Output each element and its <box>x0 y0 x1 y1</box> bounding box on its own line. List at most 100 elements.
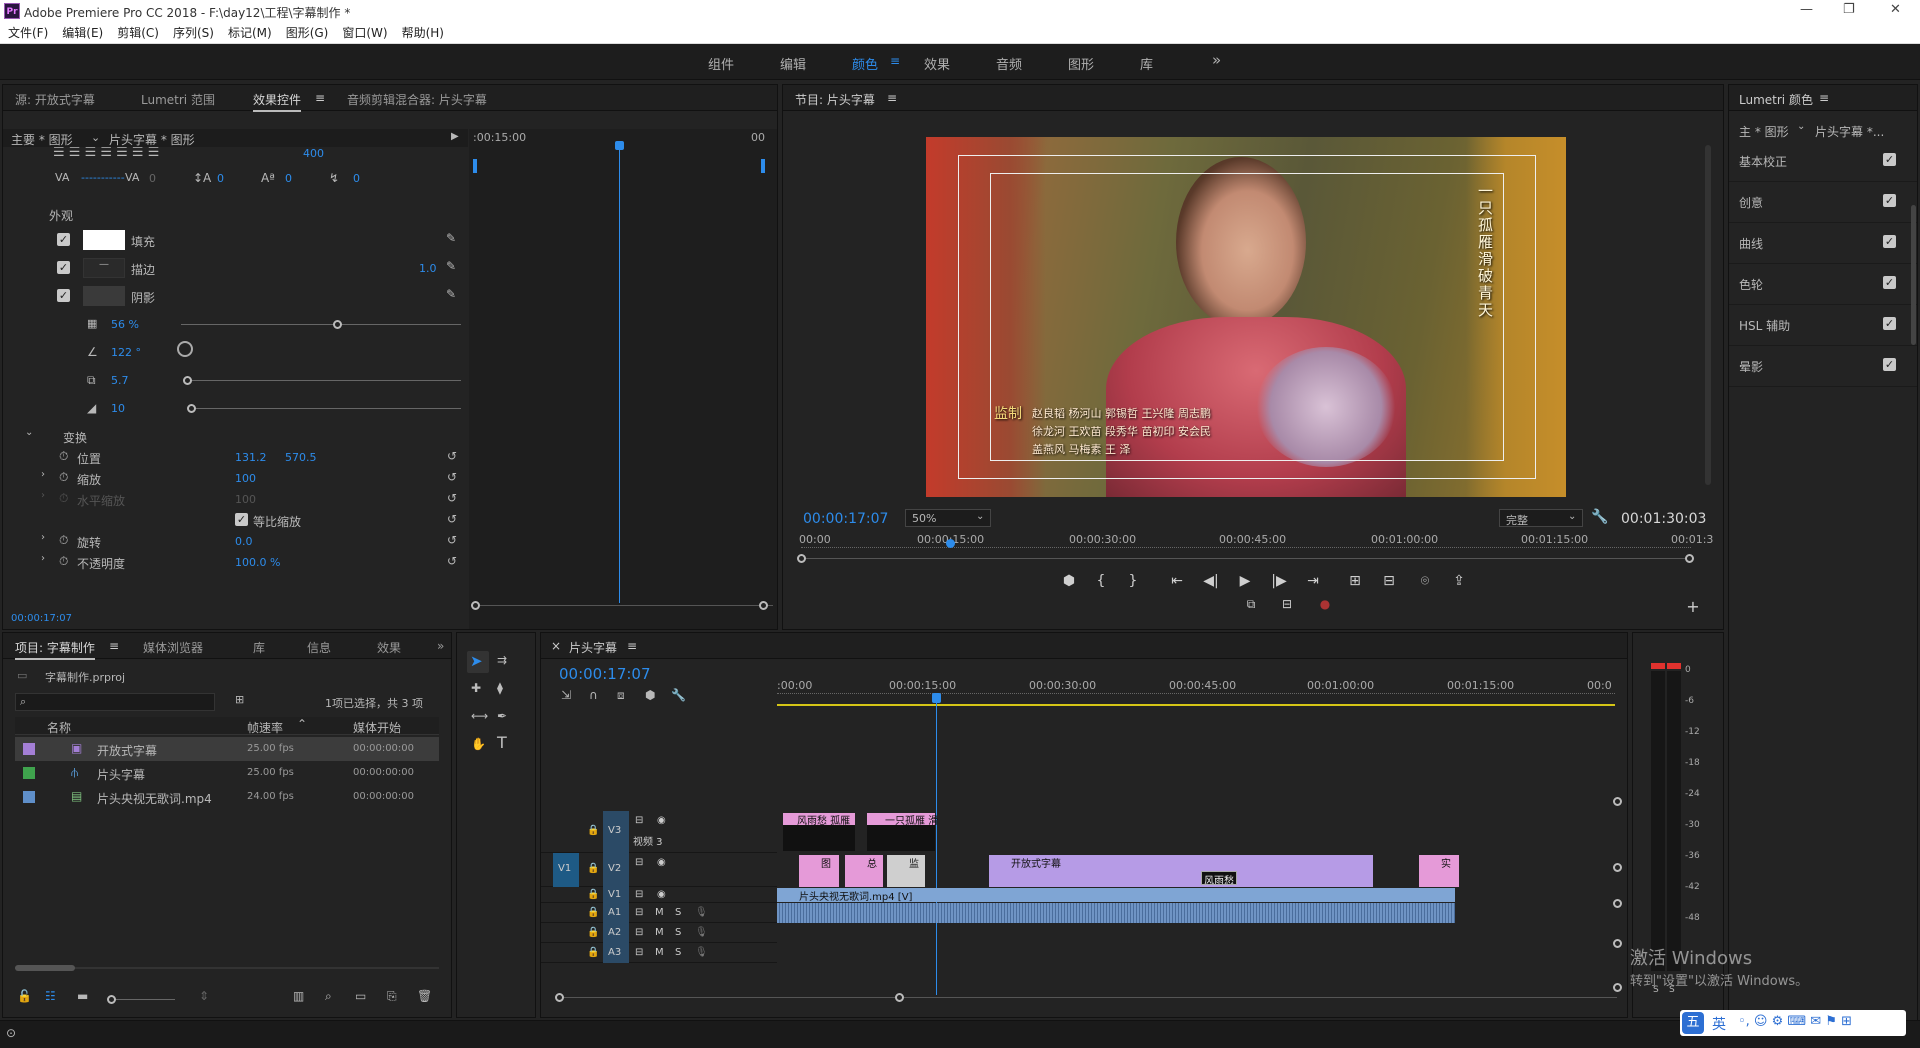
menu-help[interactable]: 帮助(H) <box>402 24 444 41</box>
tab-info[interactable]: 信息 <box>307 639 331 656</box>
clip-v2-open-captions[interactable]: 开放式字幕 <box>989 855 1373 887</box>
track-eye-icon[interactable]: ◉ <box>657 889 666 900</box>
slip-tool-icon[interactable]: ⟷ <box>471 709 488 723</box>
more-workspaces-icon[interactable]: » <box>1212 51 1221 69</box>
timeline-ruler-ticks[interactable] <box>777 693 1615 698</box>
hand-tool-icon[interactable]: ✋ <box>471 737 486 751</box>
label-color-swatch[interactable] <box>23 743 35 755</box>
fill-eyedropper-icon[interactable]: ✎ <box>446 231 456 245</box>
tab-libraries[interactable]: 库 <box>253 639 265 656</box>
shadow-distance-knob[interactable] <box>183 376 192 385</box>
ripple-edit-tool-icon[interactable]: ✚ <box>471 681 481 695</box>
table-row[interactable]: ⫛ 片头字幕 25.00 fps 00:00:00:00 <box>15 761 439 785</box>
clip-v1-video[interactable]: 片头央视无歌词.mp4 [V] <box>777 888 1455 902</box>
track-target[interactable]: V3 <box>603 811 629 853</box>
lumetri-section[interactable]: 基本校正 ✓ <box>1729 141 1917 182</box>
menu-graphics[interactable]: 图形(G) <box>286 24 329 41</box>
razor-tool-icon[interactable]: ⧫ <box>497 681 503 695</box>
record-icon[interactable]: ● <box>1315 597 1335 611</box>
track-target[interactable]: A3 <box>603 943 629 963</box>
lumetri-section[interactable]: 色轮 ✓ <box>1729 264 1917 305</box>
lumetri-section[interactable]: 创意 ✓ <box>1729 182 1917 223</box>
mini-playhead[interactable] <box>619 143 620 603</box>
align-icons[interactable]: ☰ ☰ ☰ ☰ ☰ ☰ ☰ <box>53 147 159 160</box>
shadow-size-value[interactable]: 10 <box>111 402 125 415</box>
timeline-zoom-start[interactable] <box>555 993 564 1002</box>
shadow-checkbox[interactable]: ✓ <box>57 289 70 302</box>
reset-icon[interactable]: ↺ <box>447 470 457 484</box>
workspace-menu-icon[interactable]: ≡ <box>890 54 900 68</box>
track-lock-icon[interactable]: 🔒 <box>587 825 599 836</box>
export-frame-icon[interactable]: ⌾ <box>1415 573 1435 589</box>
workspace-color[interactable]: 颜色 <box>852 54 878 73</box>
table-row[interactable]: ▤ 片头央视无歌词.mp4 24.00 fps 00:00:00:00 <box>15 785 439 809</box>
reset-icon[interactable]: ↺ <box>447 554 457 568</box>
baseline-value[interactable]: 0 <box>285 172 292 185</box>
new-item-icon[interactable]: ⎘ <box>387 989 397 1004</box>
mark-in-icon[interactable]: { <box>1091 573 1111 589</box>
track-sync-icon[interactable]: ⊟ <box>635 889 643 900</box>
icon-view-icon[interactable]: ▬ <box>77 989 88 1003</box>
menu-file[interactable]: 文件(F) <box>8 24 48 41</box>
track-target[interactable]: A2 <box>603 923 629 943</box>
shadow-size-knob[interactable] <box>187 404 196 413</box>
track-target[interactable]: V1 <box>603 887 629 903</box>
list-view-icon[interactable]: ☷ <box>45 989 56 1003</box>
track-sync-icon[interactable]: ⊟ <box>635 947 643 958</box>
expand-icon[interactable]: › <box>41 553 45 564</box>
panel-menu-icon[interactable]: ≡ <box>887 91 897 105</box>
track-target[interactable]: V2 <box>603 853 629 887</box>
tab-media-browser[interactable]: 媒体浏览器 <box>143 639 203 656</box>
program-zoom-bar[interactable] <box>801 558 1689 559</box>
stroke-eyedropper-icon[interactable]: ✎ <box>446 259 456 273</box>
stroke-checkbox[interactable]: ✓ <box>57 261 70 274</box>
clip-label[interactable]: 片头字幕 * 图形 <box>109 131 195 148</box>
workspace-audio[interactable]: 音频 <box>996 54 1022 73</box>
tab-source[interactable]: 源: 开放式字幕 <box>15 91 95 108</box>
menu-sequence[interactable]: 序列(S) <box>173 24 214 41</box>
row-name[interactable]: 开放式字幕 <box>97 742 157 759</box>
video-frame[interactable]: 一只孤雁 滑破青天 监制 赵良韬 杨河山 郭锡哲 王兴隆 周志鹏 徐龙河 王欢苗… <box>926 137 1566 497</box>
solo-button[interactable]: S <box>675 927 681 938</box>
program-timecode[interactable]: 00:00:17:07 <box>803 511 888 527</box>
comparison-view-icon[interactable]: ⧉ <box>1241 597 1261 612</box>
mini-playhead-handle[interactable] <box>615 141 624 150</box>
panel-menu-icon[interactable]: ≡ <box>627 639 637 653</box>
stopwatch-icon[interactable]: ⏱ <box>59 449 68 464</box>
tsume-value[interactable]: 0 <box>353 172 360 185</box>
step-forward-icon[interactable]: |▶ <box>1269 573 1289 589</box>
track-lock-icon[interactable]: 🔒 <box>587 947 599 958</box>
shadow-opacity-value[interactable]: 56 % <box>111 318 139 331</box>
nest-icon[interactable]: ⇲ <box>561 688 571 702</box>
timeline-playhead-handle[interactable] <box>932 693 941 703</box>
scale-value[interactable]: 100 <box>235 472 256 485</box>
new-bin-from-search-icon[interactable]: ⊞ <box>235 693 244 706</box>
row-name[interactable]: 片头字幕 <box>97 766 145 783</box>
dropdown-chevron-icon[interactable]: ⌄ <box>91 131 100 144</box>
timeline-settings-icon[interactable]: 🔧 <box>671 688 686 702</box>
ime-toolbar[interactable]: 五 英 ◦, ☺ ⚙ ⌨ ✉ ⚑ ⊞ <box>1680 1010 1906 1036</box>
track-sync-icon[interactable]: ⊟ <box>635 927 643 938</box>
button-editor-icon[interactable]: + <box>1683 597 1703 616</box>
maximize-icon[interactable]: ❐ <box>1843 2 1855 17</box>
ime-mode[interactable]: 英 <box>1712 1014 1726 1034</box>
track-lock-icon[interactable]: 🔒 <box>587 927 599 938</box>
font-size-value[interactable]: 400 <box>303 147 324 160</box>
lumetri-title[interactable]: Lumetri 颜色 <box>1739 91 1813 110</box>
timeline-zoom-end[interactable] <box>895 993 904 1002</box>
sort-ascending-icon[interactable]: ⌃ <box>297 717 307 731</box>
vertical-zoom-handle[interactable] <box>1613 797 1622 806</box>
label-color-swatch[interactable] <box>23 767 35 779</box>
track-sync-icon[interactable]: ⊟ <box>635 907 643 918</box>
minimize-icon[interactable]: — <box>1800 2 1813 17</box>
extract-icon[interactable]: ⊟ <box>1379 573 1399 589</box>
pen-tool-icon[interactable]: ✒ <box>497 709 507 723</box>
stroke-color-swatch[interactable]: — <box>83 258 125 278</box>
lumetri-section[interactable]: 晕影 ✓ <box>1729 346 1917 387</box>
angle-dial-icon[interactable] <box>177 341 193 357</box>
workspace-effects[interactable]: 效果 <box>924 54 950 73</box>
chevron-down-icon[interactable]: ⌄ <box>1797 121 1805 132</box>
shadow-distance-slider[interactable] <box>187 380 461 381</box>
track-eye-icon[interactable]: ◉ <box>657 815 666 826</box>
track-lock-icon[interactable]: 🔒 <box>587 889 599 900</box>
